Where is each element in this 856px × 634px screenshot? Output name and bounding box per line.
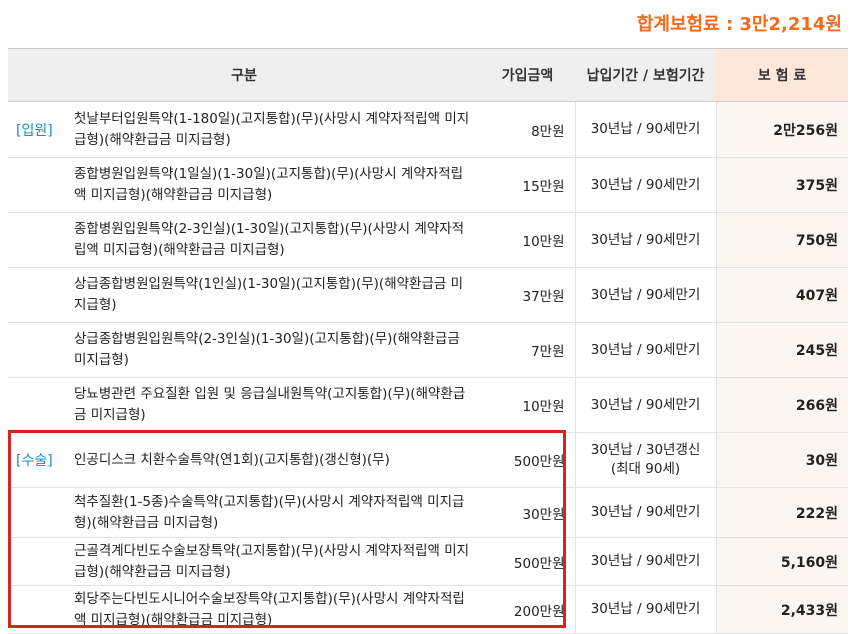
table-row: [입원] 첫날부터입원특약(1-180일)(고지통합)(무)(사망시 계약자적립… (8, 101, 849, 158)
row-category: [입원] (8, 101, 68, 158)
row-premium: 266원 (716, 377, 849, 433)
row-amount: 37만원 (480, 267, 576, 323)
row-name: 회당주는다빈도시니어수술보장특약(고지통합)(무)(사망시 계약자적립액 미지급… (68, 585, 481, 634)
row-premium: 245원 (716, 322, 849, 378)
row-premium: 375원 (716, 157, 849, 213)
row-period: 30년납 / 90세만기 (575, 537, 717, 586)
table-row: 종합병원입원특약(1일실)(1-30일)(고지통합)(무)(사망시 계약자적립액… (8, 157, 849, 213)
row-amount: 10만원 (480, 377, 576, 433)
row-category (8, 322, 68, 378)
table-header-row: 구분 가입금액 납입기간 / 보험기간 보 험 료 (8, 48, 849, 102)
table-row: 근골격계다빈도수술보장특약(고지통합)(무)(사망시 계약자적립액 미지급형)(… (8, 537, 849, 586)
rider-table: 구분 가입금액 납입기간 / 보험기간 보 험 료 [입원] 첫날부터입원특약(… (8, 48, 849, 634)
row-amount: 500만원 (480, 432, 576, 488)
row-category (8, 212, 68, 268)
row-period: 30년납 / 90세만기 (575, 585, 717, 634)
row-amount: 15만원 (480, 157, 576, 213)
row-premium: 2만256원 (716, 101, 849, 158)
row-amount: 8만원 (480, 101, 576, 158)
row-period: 30년납 / 90세만기 (575, 101, 717, 158)
header-premium: 보 험 료 (716, 48, 849, 102)
row-period: 30년납 / 90세만기 (575, 157, 717, 213)
row-premium: 222원 (716, 487, 849, 538)
row-category (8, 487, 68, 538)
row-name: 종합병원입원특약(2-3인실)(1-30일)(고지통합)(무)(사망시 계약자적… (68, 212, 481, 268)
row-category: [수술] (8, 432, 68, 488)
table-row: 상급종합병원입원특약(1인실)(1-30일)(고지통합)(무)(해약환급금 미지… (8, 267, 849, 323)
table-row: [수술] 인공디스크 치환수술특약(연1회)(고지통합)(갱신형)(무) 500… (8, 432, 849, 488)
row-premium: 30원 (716, 432, 849, 488)
row-period-line1: 30년납 / 30년갱신 (590, 442, 701, 458)
header-category: 구분 (8, 48, 481, 102)
row-name: 근골격계다빈도수술보장특약(고지통합)(무)(사망시 계약자적립액 미지급형)(… (68, 537, 481, 586)
row-category (8, 377, 68, 433)
table-row: 척추질환(1-5종)수술특약(고지통합)(무)(사망시 계약자적립액 미지급형)… (8, 487, 849, 538)
row-premium: 5,160원 (716, 537, 849, 586)
row-period: 30년납 / 90세만기 (575, 487, 717, 538)
row-name: 종합병원입원특약(1일실)(1-30일)(고지통합)(무)(사망시 계약자적립액… (68, 157, 481, 213)
header-amount: 가입금액 (480, 48, 576, 102)
row-premium: 407원 (716, 267, 849, 323)
row-period: 30년납 / 90세만기 (575, 212, 717, 268)
row-category (8, 267, 68, 323)
row-name: 인공디스크 치환수술특약(연1회)(고지통합)(갱신형)(무) (68, 432, 481, 488)
row-category (8, 157, 68, 213)
row-period: 30년납 / 90세만기 (575, 267, 717, 323)
row-period: 30년납 / 90세만기 (575, 322, 717, 378)
row-amount: 500만원 (480, 537, 576, 586)
table-row: 상급종합병원입원특약(2-3인실)(1-30일)(고지통합)(무)(해약환급금 … (8, 322, 849, 378)
row-category (8, 585, 68, 634)
row-premium: 2,433원 (716, 585, 849, 634)
total-premium: 합계보험료 : 3만2,214원 (636, 14, 842, 35)
row-name: 당뇨병관련 주요질환 입원 및 응급실내원특약(고지통합)(무)(해약환급금 미… (68, 377, 481, 433)
table-row: 종합병원입원특약(2-3인실)(1-30일)(고지통합)(무)(사망시 계약자적… (8, 212, 849, 268)
row-amount: 30만원 (480, 487, 576, 538)
table-row: 당뇨병관련 주요질환 입원 및 응급실내원특약(고지통합)(무)(해약환급금 미… (8, 377, 849, 433)
row-name: 상급종합병원입원특약(1인실)(1-30일)(고지통합)(무)(해약환급금 미지… (68, 267, 481, 323)
row-amount: 7만원 (480, 322, 576, 378)
row-category (8, 537, 68, 586)
row-amount: 10만원 (480, 212, 576, 268)
table-row: 회당주는다빈도시니어수술보장특약(고지통합)(무)(사망시 계약자적립액 미지급… (8, 585, 849, 634)
row-period: 30년납 / 30년갱신 (최대 90세) (575, 432, 717, 488)
row-period-line2: (최대 90세) (610, 461, 681, 477)
row-name: 첫날부터입원특약(1-180일)(고지통합)(무)(사망시 계약자적립액 미지급… (68, 101, 481, 158)
row-period: 30년납 / 90세만기 (575, 377, 717, 433)
row-name: 상급종합병원입원특약(2-3인실)(1-30일)(고지통합)(무)(해약환급금 … (68, 322, 481, 378)
row-amount: 200만원 (480, 585, 576, 634)
row-premium: 750원 (716, 212, 849, 268)
header-period: 납입기간 / 보험기간 (575, 48, 717, 102)
row-name: 척추질환(1-5종)수술특약(고지통합)(무)(사망시 계약자적립액 미지급형)… (68, 487, 481, 538)
table-body: [입원] 첫날부터입원특약(1-180일)(고지통합)(무)(사망시 계약자적립… (8, 101, 849, 634)
